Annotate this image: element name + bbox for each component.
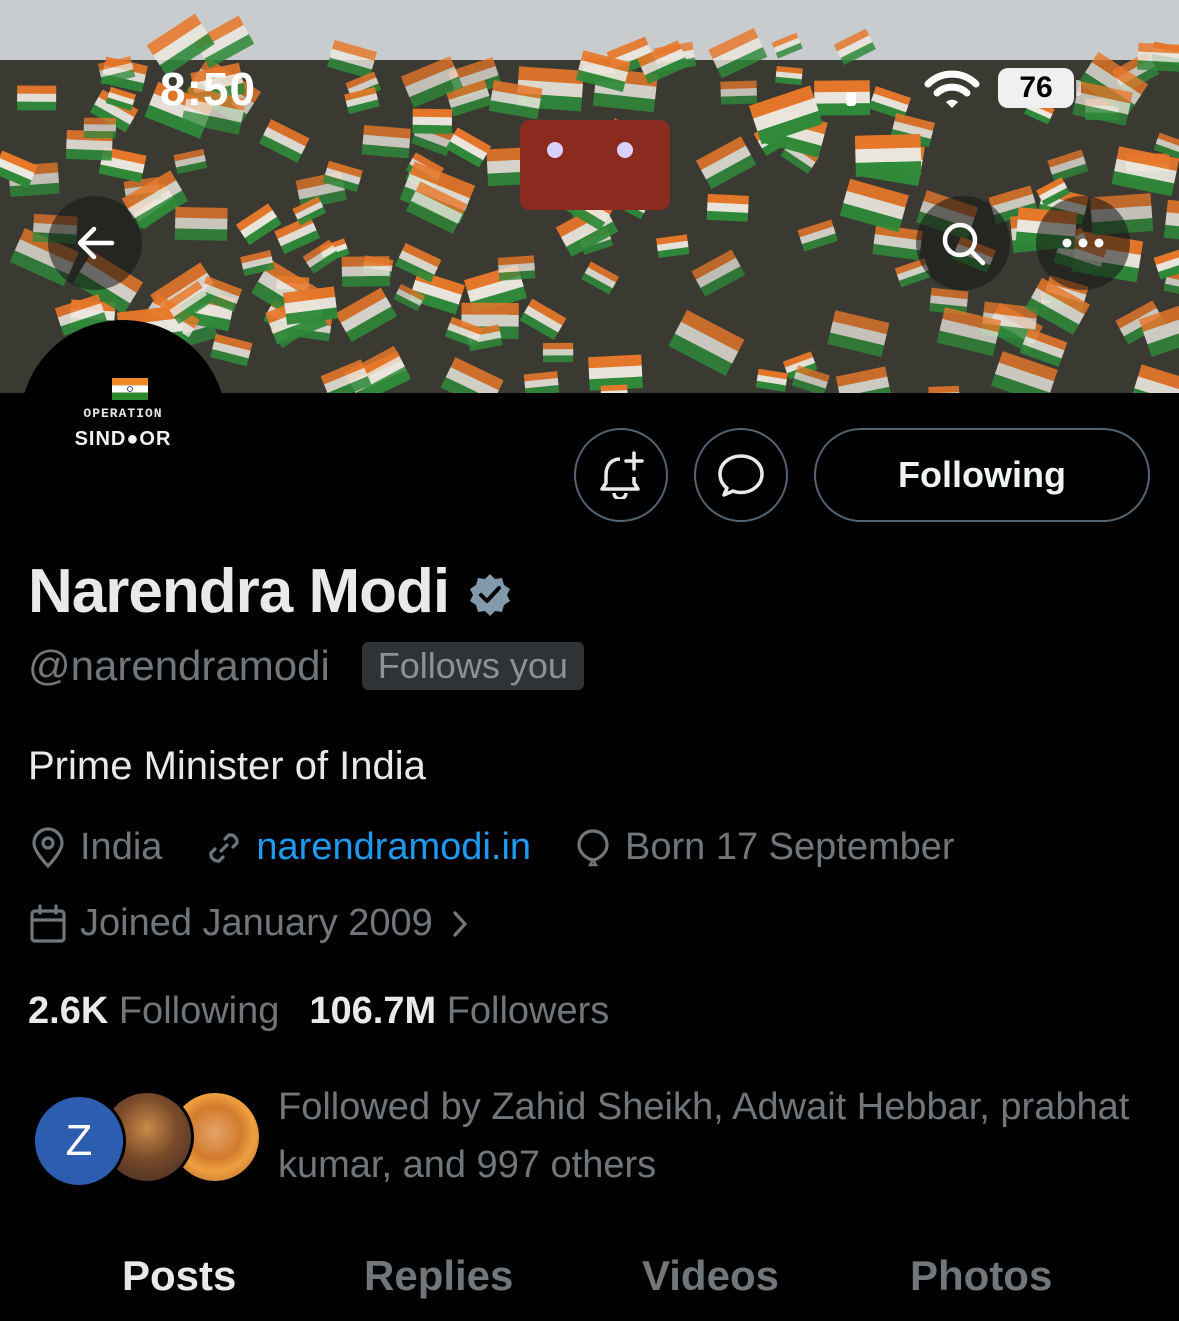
birthday-item: Born 17 September [573,826,955,869]
joined-item[interactable]: Joined January 2009 [28,902,481,945]
profile-tabs: Posts Replies Videos Photos [0,1244,1179,1321]
following-count: 2.6K [28,990,109,1032]
website-link[interactable]: narendramodi.in [256,826,531,869]
battery-tip [1076,80,1081,96]
followers-label: Followers [446,990,610,1032]
link-icon [209,832,240,863]
profile-bio: Prime Minister of India [28,744,426,788]
bell-plus-icon [600,451,644,499]
followers-count: 106.7M [309,990,437,1032]
message-button[interactable] [694,428,788,522]
followed-by-text[interactable]: Followed by Zahid Sheikh, Adwait Hebbar,… [278,1078,1138,1194]
tab-replies[interactable]: Replies [364,1252,513,1300]
profile-avatar[interactable]: OPERATION SIND●OR [20,320,226,526]
calendar-icon [30,903,66,943]
following-label: Following [118,990,280,1032]
search-button[interactable] [916,196,1010,290]
wifi-icon [924,70,980,108]
status-time: 8:50 [160,63,257,115]
name-row: Narendra Modi [28,556,513,627]
india-flag-icon [112,378,148,400]
location-item: India [28,826,162,869]
location-pin-icon [32,826,64,868]
balloon-icon [577,828,609,866]
tab-videos[interactable]: Videos [642,1252,779,1300]
chevron-right-icon [453,910,467,937]
display-name: Narendra Modi [28,557,450,626]
followers-stat[interactable]: 106.7M Followers [309,990,609,1033]
back-button[interactable] [48,196,142,290]
joined-text: Joined January 2009 [80,902,433,944]
profile-stats: 2.6K Following 106.7M Followers [28,990,639,1033]
tab-posts[interactable]: Posts [122,1252,236,1300]
more-button[interactable] [1036,196,1130,290]
profile-banner[interactable]: 8:50 76 [0,0,1179,393]
profile-handle: @narendramodi [28,642,330,689]
tab-photos[interactable]: Photos [910,1252,1052,1300]
joined-row[interactable]: Joined January 2009 [28,902,523,945]
verified-badge-icon [470,573,511,616]
profile-meta-row: India narendramodi.in Born 17 September [28,826,997,869]
battery-icon: 76 [998,68,1074,108]
search-icon [942,222,986,266]
message-bubble-icon [718,454,764,497]
follows-you-badge: Follows you [361,642,584,690]
avatar-text-operation: OPERATION [83,406,163,421]
handle-row: @narendramodi Follows you [28,642,584,690]
following-button[interactable]: Following [814,428,1150,522]
more-horizontal-icon [1062,238,1104,248]
website-item[interactable]: narendramodi.in [204,826,531,869]
location-text: India [80,826,163,868]
notifications-button[interactable] [574,428,668,522]
banner-crowd-image [0,0,1179,393]
avatar: Z [32,1094,126,1188]
birthday-text: Born 17 September [625,826,955,868]
avatar-text-sindoor: SIND●OR [74,428,172,450]
arrow-left-icon [77,226,115,260]
dot-icon [846,92,856,106]
following-stat[interactable]: 2.6K Following [28,990,279,1033]
